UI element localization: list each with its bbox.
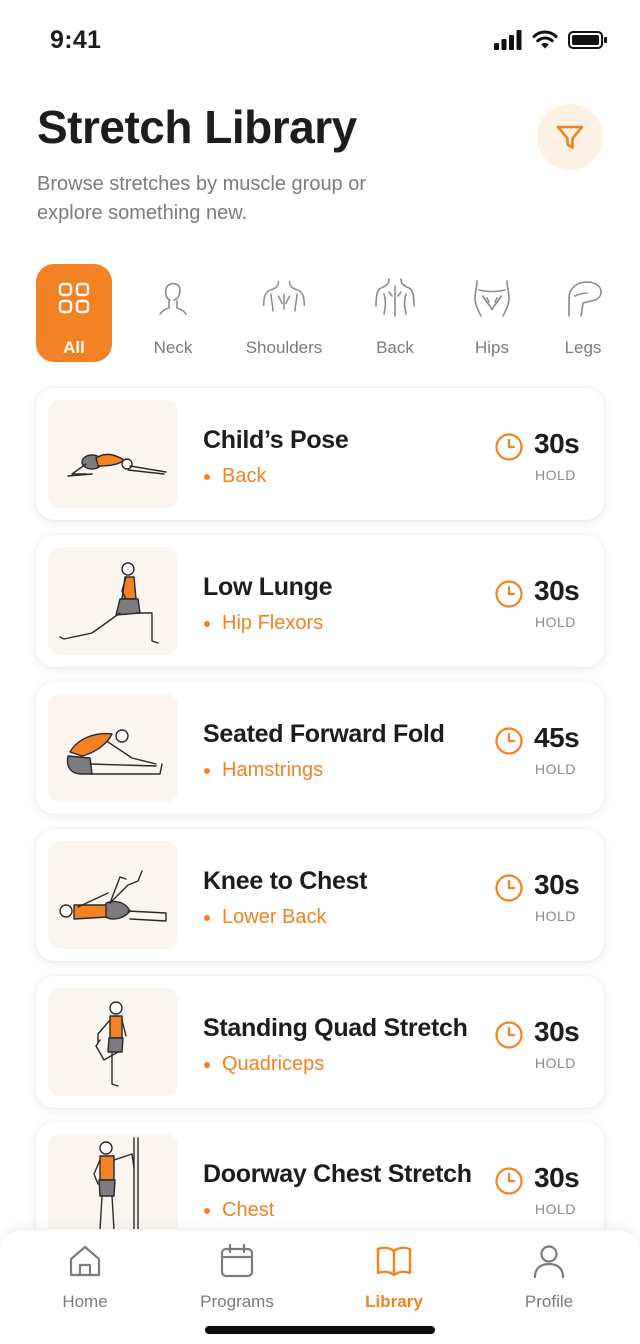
- stretch-duration: 30s: [534, 869, 580, 900]
- category-label: All: [63, 338, 85, 357]
- category-label: Hips: [474, 338, 509, 357]
- muscle-dot: [204, 473, 210, 480]
- cellular-signal-icon: [494, 30, 522, 50]
- category-label: Shoulders: [245, 338, 323, 357]
- clock-icon: [495, 433, 523, 461]
- grid-icon: [58, 282, 90, 314]
- tab-label: Programs: [200, 1292, 274, 1311]
- muscle-dot: [204, 914, 210, 921]
- hips-icon: [474, 280, 510, 317]
- muscle-group-label: Chest: [222, 1199, 275, 1221]
- muscle-group: Hip Flexors: [204, 612, 323, 635]
- standing-quad-stretch-illustration: [48, 988, 178, 1096]
- clock-icon: [495, 1021, 523, 1049]
- muscle-group-label: Hip Flexors: [222, 612, 324, 634]
- neck-icon: [159, 282, 187, 315]
- tab-profile[interactable]: Profile: [494, 1242, 604, 1312]
- muscle-dot: [204, 1207, 210, 1214]
- legs-icon: [568, 281, 602, 317]
- tab-programs[interactable]: Programs: [182, 1242, 292, 1312]
- filter-icon: [556, 125, 584, 149]
- status-bar: 9:41: [0, 0, 640, 80]
- back-icon: [375, 278, 415, 317]
- muscle-dot: [204, 620, 210, 627]
- muscle-group-label: Lower Back: [222, 906, 327, 928]
- stretch-duration: 30s: [534, 1016, 580, 1047]
- muscle-group: Chest: [204, 1199, 274, 1222]
- category-legs[interactable]: Legs: [538, 264, 628, 362]
- clock-icon: [495, 580, 523, 608]
- wifi-icon: [532, 30, 558, 49]
- category-shoulders[interactable]: Shoulders: [239, 264, 329, 362]
- stretch-name: Knee to Chest: [203, 867, 368, 895]
- muscle-group-label: Hamstrings: [222, 759, 324, 781]
- muscle-group: Quadriceps: [204, 1053, 324, 1076]
- clock-icon: [495, 1167, 523, 1195]
- category-all[interactable]: All: [36, 264, 112, 362]
- stretch-name: Doorway Chest Stretch: [203, 1160, 472, 1188]
- muscle-group: Hamstrings: [204, 759, 323, 782]
- stretch-duration: 30s: [534, 1162, 580, 1193]
- stretch-name: Seated Forward Fold: [203, 720, 445, 748]
- low-lunge-illustration: [48, 547, 178, 655]
- clock-icon: [495, 874, 523, 902]
- home-icon: [69, 1245, 101, 1277]
- category-label: Neck: [153, 338, 193, 357]
- hold-label: HOLD: [535, 467, 576, 483]
- seated-forward-fold-illustration: [48, 694, 178, 802]
- category-neck[interactable]: Neck: [128, 264, 218, 362]
- page-title: Stretch Library: [37, 101, 357, 153]
- category-hips[interactable]: Hips: [447, 264, 537, 362]
- book-icon: [376, 1246, 412, 1277]
- hold-label: HOLD: [535, 761, 576, 777]
- tab-label: Profile: [524, 1292, 574, 1311]
- muscle-group-label: Quadriceps: [222, 1053, 325, 1075]
- status-icons: [494, 28, 608, 50]
- muscle-group: Back: [204, 465, 266, 488]
- stretch-card-childs-pose[interactable]: Child’s Pose Back 30s HOLD: [36, 388, 604, 520]
- hold-label: HOLD: [535, 1055, 576, 1071]
- tab-home[interactable]: Home: [30, 1242, 140, 1312]
- stretch-name: Standing Quad Stretch: [203, 1014, 468, 1042]
- battery-icon: [568, 31, 607, 49]
- user-icon: [533, 1245, 565, 1279]
- stretch-card-seated-forward-fold[interactable]: Seated Forward Fold Hamstrings 45s HOLD: [36, 682, 604, 814]
- tab-library[interactable]: Library: [339, 1242, 449, 1312]
- shoulders-icon: [262, 280, 306, 312]
- doorway-chest-stretch-illustration: [48, 1134, 178, 1242]
- stretch-name: Low Lunge: [203, 573, 333, 601]
- hold-label: HOLD: [535, 908, 576, 924]
- muscle-dot: [204, 767, 210, 774]
- calendar-icon: [220, 1243, 254, 1278]
- hold-label: HOLD: [535, 614, 576, 630]
- filter-button[interactable]: [537, 104, 603, 170]
- category-label: Back: [376, 338, 414, 357]
- stretch-duration: 30s: [534, 428, 580, 459]
- stretch-duration: 30s: [534, 575, 580, 606]
- tab-label: Home: [62, 1292, 108, 1311]
- home-indicator: [205, 1326, 435, 1334]
- page-subtitle: Browse stretches by muscle group or expl…: [37, 173, 367, 224]
- status-time: 9:41: [50, 26, 102, 54]
- hold-label: HOLD: [535, 1201, 576, 1217]
- tab-label: Library: [365, 1292, 423, 1311]
- muscle-group-label: Back: [222, 465, 267, 487]
- category-filter-bar: All Neck Shoulders Back Hips Legs: [36, 264, 616, 364]
- stretch-card-low-lunge[interactable]: Low Lunge Hip Flexors 30s HOLD: [36, 535, 604, 667]
- stretch-duration: 45s: [534, 722, 580, 753]
- stretch-card-knee-to-chest[interactable]: Knee to Chest Lower Back 30s HOLD: [36, 829, 604, 961]
- category-back[interactable]: Back: [350, 264, 440, 362]
- stretch-name: Child’s Pose: [203, 426, 349, 454]
- childs-pose-illustration: [48, 400, 178, 508]
- knee-to-chest-illustration: [48, 841, 178, 949]
- stretch-card-standing-quad-stretch[interactable]: Standing Quad Stretch Quadriceps 30s HOL…: [36, 976, 604, 1108]
- clock-icon: [495, 727, 523, 755]
- muscle-group: Lower Back: [204, 906, 327, 929]
- muscle-dot: [204, 1061, 210, 1068]
- category-label: Legs: [564, 338, 602, 357]
